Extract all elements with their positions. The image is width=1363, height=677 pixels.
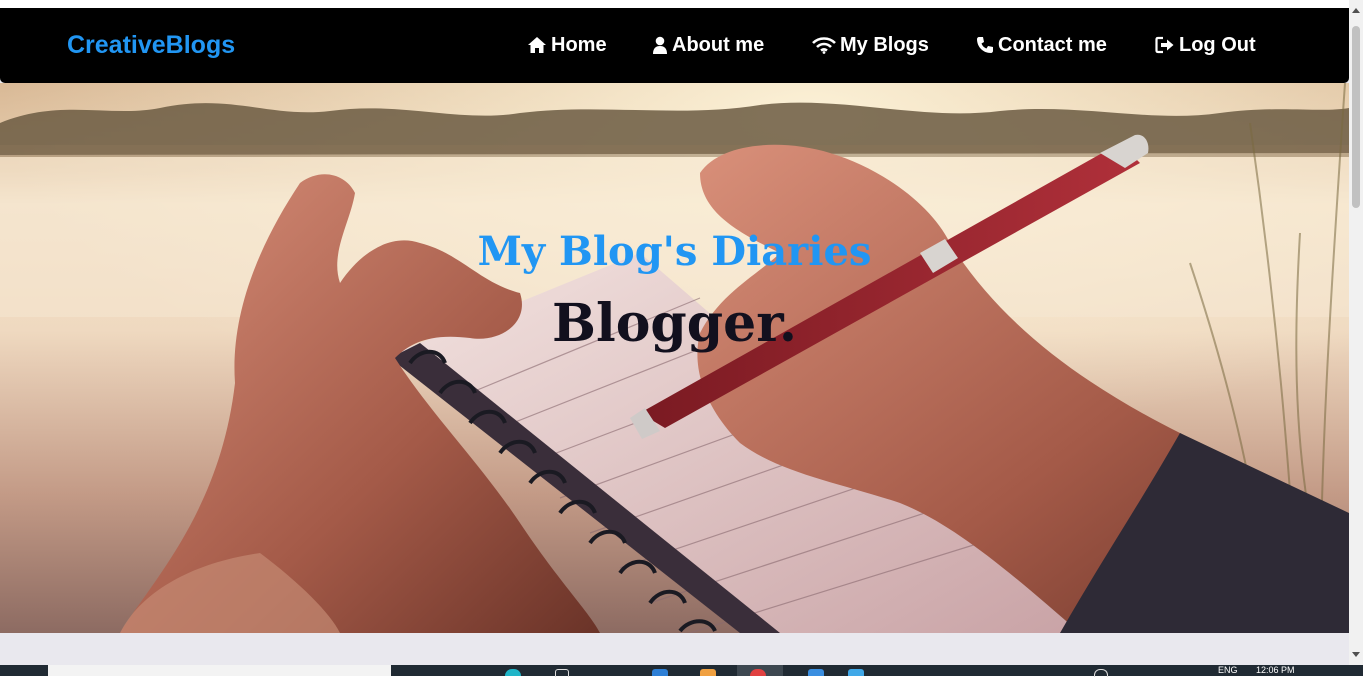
taskbar-app-icon-4[interactable] — [700, 669, 716, 676]
taskbar-app-icon-6[interactable] — [808, 669, 824, 676]
taskbar-app-icon-1[interactable] — [505, 669, 521, 676]
nav-home-link[interactable]: Home — [527, 32, 607, 58]
nav-about-label: About me — [672, 33, 765, 56]
window-top-strip — [0, 0, 1349, 8]
phone-icon — [976, 36, 994, 54]
vertical-scrollbar[interactable] — [1349, 0, 1363, 665]
nav-about-link[interactable]: About me — [652, 32, 764, 58]
nav-logout-label: Log Out — [1179, 33, 1256, 56]
scroll-down-icon[interactable] — [1352, 652, 1360, 657]
home-icon — [527, 36, 547, 54]
taskbar-app-icon-3[interactable] — [652, 669, 668, 676]
nav-blogs-label: My Blogs — [840, 33, 929, 56]
page: CreativeBlogs Home About me My Blogs Con… — [0, 0, 1363, 677]
nav-contact-link[interactable]: Contact me — [976, 32, 1107, 58]
scroll-thumb[interactable] — [1352, 26, 1360, 208]
nav-blogs-link[interactable]: My Blogs — [812, 32, 929, 58]
nav-contact-label: Contact me — [998, 33, 1107, 56]
hero-banner: My Blog's Diaries Blogger. — [0, 83, 1349, 633]
taskbar-app-icon-7[interactable] — [848, 669, 864, 676]
wifi-icon — [812, 36, 836, 54]
nav-logout-link[interactable]: Log Out — [1155, 32, 1256, 58]
scroll-up-icon[interactable] — [1352, 8, 1360, 13]
hero-title: Blogger. — [552, 293, 797, 354]
taskbar-search-box[interactable] — [48, 665, 391, 676]
navbar: CreativeBlogs Home About me My Blogs Con… — [0, 8, 1349, 83]
sign-out-icon — [1155, 36, 1175, 54]
nav-home-label: Home — [551, 33, 607, 56]
brand-logo-link[interactable]: CreativeBlogs — [67, 31, 235, 60]
hero-subtitle: My Blog's Diaries — [477, 228, 872, 275]
taskbar-clock[interactable]: 12:06 PM — [1256, 665, 1295, 675]
os-taskbar: ENG 12:06 PM — [0, 665, 1363, 677]
hero-background-image — [0, 83, 1349, 633]
taskbar-app-icon-5[interactable] — [750, 669, 766, 676]
user-icon — [652, 36, 668, 55]
taskbar-language[interactable]: ENG — [1218, 665, 1238, 675]
